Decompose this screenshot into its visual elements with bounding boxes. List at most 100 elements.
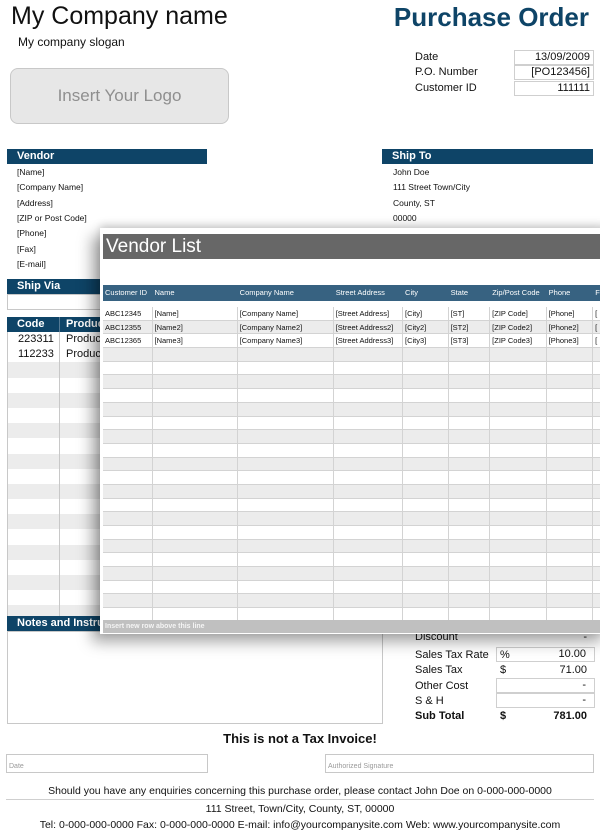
cell-fax[interactable] [593, 430, 600, 443]
vendor-list-row[interactable] [103, 471, 600, 485]
vendor-list-row[interactable] [103, 526, 600, 540]
col-zip[interactable]: Zip/Post Code [490, 285, 546, 301]
cell-street-address[interactable] [334, 553, 404, 567]
cell-phone[interactable]: [Phone3] [547, 334, 594, 348]
cell-customer-id[interactable]: ABC12345 [103, 307, 153, 320]
cell-name[interactable] [153, 389, 238, 402]
cell-zip[interactable] [490, 512, 547, 525]
cell-street-address[interactable] [334, 430, 404, 443]
cell-phone[interactable] [547, 375, 594, 389]
cell-name[interactable] [153, 443, 238, 457]
cell-city[interactable] [403, 484, 449, 498]
cell-name[interactable] [153, 457, 238, 471]
cell-fax[interactable] [593, 553, 600, 566]
items-row[interactable] [7, 407, 107, 424]
item-code[interactable] [7, 590, 60, 606]
cell-customer-id[interactable] [103, 443, 153, 457]
cell-phone[interactable] [547, 484, 594, 498]
ship-to-name[interactable]: John Doe [393, 167, 429, 177]
cell-company-name[interactable] [238, 443, 334, 457]
cell-state[interactable] [449, 430, 491, 443]
cell-city[interactable] [403, 608, 449, 621]
cell-company-name[interactable] [238, 348, 334, 361]
cell-fax[interactable] [593, 375, 600, 388]
vendor-email[interactable]: [E-mail] [17, 259, 46, 269]
cell-name[interactable] [153, 512, 238, 525]
sales-tax-rate-field[interactable]: 10.00 [496, 647, 595, 662]
cell-customer-id[interactable] [103, 416, 153, 430]
cell-phone[interactable] [547, 361, 594, 375]
cell-fax[interactable] [593, 362, 600, 375]
cell-state[interactable]: [ST2] [449, 320, 491, 334]
notes-field[interactable] [7, 631, 383, 724]
cell-fax[interactable] [593, 540, 600, 553]
cell-company-name[interactable] [238, 498, 334, 512]
cell-company-name[interactable] [238, 389, 334, 402]
cell-zip[interactable] [490, 567, 547, 580]
vendor-list-row[interactable] [103, 594, 600, 609]
s-and-h-field[interactable]: - [496, 693, 595, 708]
logo-placeholder[interactable]: Insert Your Logo [10, 68, 229, 124]
cell-customer-id[interactable] [103, 361, 153, 375]
item-code[interactable] [7, 529, 60, 545]
cell-city[interactable] [403, 553, 449, 567]
item-code[interactable] [7, 362, 60, 378]
item-code[interactable] [7, 514, 60, 530]
cell-street-address[interactable] [334, 361, 404, 375]
vendor-list-row[interactable] [103, 567, 600, 581]
cell-name[interactable]: [Name3] [153, 334, 238, 348]
cell-fax[interactable] [593, 471, 600, 484]
cell-fax[interactable] [593, 403, 600, 416]
cell-customer-id[interactable] [103, 567, 153, 580]
col-street-address[interactable]: Street Address [334, 285, 403, 301]
discount-value[interactable]: - [496, 633, 595, 643]
vendor-list-row[interactable] [103, 498, 600, 513]
vendor-list-row[interactable] [103, 416, 600, 431]
cell-name[interactable] [153, 567, 238, 580]
col-customer-id[interactable]: Customer ID [103, 285, 153, 301]
cell-zip[interactable] [490, 430, 547, 443]
items-row[interactable] [7, 529, 107, 545]
cell-customer-id[interactable] [103, 526, 153, 539]
vendor-list-row[interactable]: ABC12355 [Name2] [Company Name2] [Street Ad… [103, 320, 600, 335]
cell-zip[interactable]: [ZIP Code3] [490, 334, 547, 348]
item-code[interactable]: 112233 [7, 347, 60, 363]
cell-company-name[interactable]: [Company Name] [238, 307, 334, 320]
cell-customer-id[interactable] [103, 402, 153, 416]
cell-name[interactable] [153, 484, 238, 498]
cell-state[interactable] [449, 553, 491, 567]
vendor-list-window[interactable]: Vendor List Customer ID Name Company Nam… [100, 228, 600, 634]
cell-fax[interactable] [593, 348, 600, 361]
item-code[interactable] [7, 423, 60, 439]
cell-street-address[interactable] [334, 567, 404, 580]
cell-city[interactable]: [City] [403, 307, 449, 320]
vendor-list-row[interactable] [103, 512, 600, 526]
cell-company-name[interactable] [238, 484, 334, 498]
cell-fax[interactable] [593, 444, 600, 457]
vendor-fax[interactable]: [Fax] [17, 244, 36, 254]
item-code[interactable] [7, 468, 60, 484]
cell-customer-id[interactable] [103, 484, 153, 498]
vendor-list-row[interactable] [103, 484, 600, 499]
cell-company-name[interactable] [238, 594, 334, 608]
cell-name[interactable]: [Name2] [153, 320, 238, 334]
cell-city[interactable]: [City3] [403, 334, 449, 348]
date-field[interactable]: 13/09/2009 [514, 50, 594, 65]
items-row[interactable] [7, 499, 107, 515]
cell-company-name[interactable] [238, 457, 334, 471]
cell-city[interactable] [403, 526, 449, 539]
cell-fax[interactable] [593, 526, 600, 539]
cell-phone[interactable] [547, 402, 594, 416]
vendor-list-row[interactable] [103, 402, 600, 417]
ship-via-field[interactable] [7, 294, 107, 310]
cell-company-name[interactable] [238, 512, 334, 525]
col-city[interactable]: City [403, 285, 449, 301]
cell-fax[interactable] [593, 499, 600, 512]
cell-state[interactable] [449, 594, 491, 608]
items-row[interactable] [7, 575, 107, 591]
cell-phone[interactable] [547, 457, 594, 471]
cell-fax[interactable]: [ [593, 307, 600, 320]
items-row[interactable] [7, 544, 107, 560]
cell-state[interactable] [449, 443, 491, 457]
cell-zip[interactable] [490, 553, 547, 567]
